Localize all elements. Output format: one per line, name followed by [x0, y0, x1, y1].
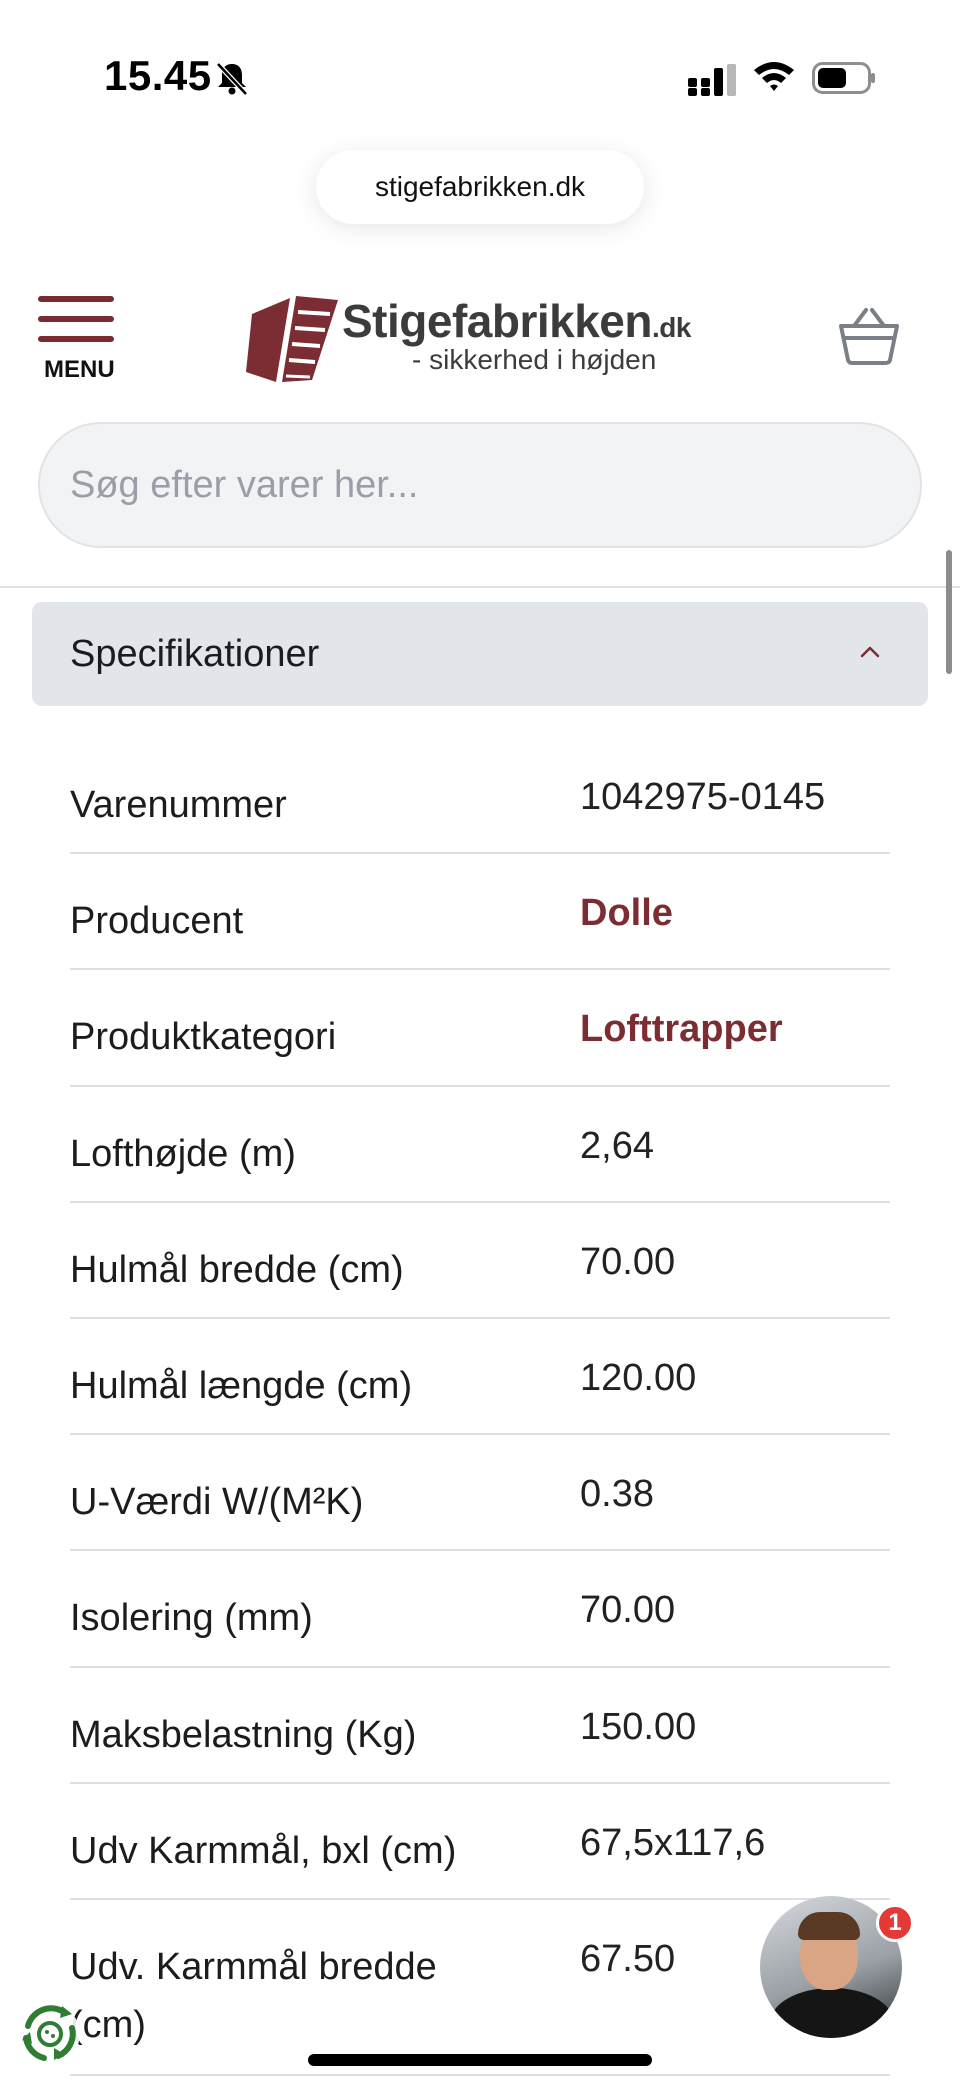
scrollbar[interactable] [946, 550, 952, 674]
hamburger-icon [38, 296, 114, 302]
url-bar[interactable]: stigefabrikken.dk [316, 150, 644, 224]
avatar-hair [798, 1912, 860, 1940]
logo-tld: .dk [652, 312, 691, 343]
spec-label: Maksbelastning (Kg) [70, 1713, 417, 1756]
spec-value: 120.00 [580, 1356, 697, 1399]
search-input[interactable]: Søg efter varer her... [38, 422, 922, 548]
notification-badge: 1 [876, 1904, 914, 1942]
menu-button[interactable]: MENU [36, 296, 126, 388]
spec-value: 67,5x117,6 [580, 1821, 766, 1864]
status-time: 15.45 [104, 52, 212, 99]
spec-value: 1042975-0145 [580, 776, 826, 818]
spec-label: Udv. Karmmål bredde (cm) [70, 1945, 437, 2046]
site-logo[interactable]: Stigefabrikken.dk - sikkerhed i højden [246, 288, 696, 388]
spec-label: Udv Karmmål, bxl (cm) [70, 1829, 457, 1872]
header-divider [0, 586, 960, 588]
spec-row: Udv Karmmål, bxl (cm) 67,5x117,6 [70, 1784, 890, 1900]
spec-value: 70.00 [580, 1589, 676, 1632]
spec-row: U-Værdi W/(M²K) 0.38 [70, 1435, 890, 1552]
spec-row: Maksbelastning (Kg) 150.00 [70, 1668, 890, 1784]
spec-row: Producent Dolle [70, 854, 890, 971]
spec-row: Lofthøjde (m) 2,64 [70, 1087, 890, 1203]
recycle-icon[interactable] [14, 1998, 86, 2070]
spec-label: Isolering (mm) [70, 1597, 313, 1640]
logo-wordmark: Stigefabrikken.dk [342, 294, 691, 348]
status-bar: 15.45 [0, 0, 960, 150]
battery-icon [812, 62, 875, 94]
chevron-up-icon [860, 646, 880, 658]
cellular-signal-icon [688, 64, 736, 96]
specifications-accordion-toggle[interactable]: Specifikationer [32, 602, 928, 706]
hamburger-icon-bar [38, 336, 114, 342]
spec-value: 2,64 [580, 1124, 654, 1167]
spec-row: Produktkategori Lofttrapper [70, 970, 890, 1087]
manufacturer-link[interactable]: Dolle [580, 892, 673, 935]
spec-label: Producent [70, 900, 244, 943]
specifications-table: Varenummer 1042975-0145 Producent Dolle … [70, 738, 890, 2076]
spec-label: Hulmål bredde (cm) [70, 1248, 404, 1291]
specifications-title: Specifikationer [70, 632, 320, 675]
basket-icon[interactable] [838, 306, 900, 366]
avatar-body [770, 1988, 894, 2038]
spec-row: Hulmål bredde (cm) 70.00 [70, 1203, 890, 1319]
spec-label: Produktkategori [70, 1016, 337, 1059]
menu-label: MENU [44, 356, 115, 383]
spec-label: Varenummer [70, 784, 287, 826]
spec-label: Hulmål længde (cm) [70, 1364, 413, 1407]
spec-value: 70.00 [580, 1240, 676, 1283]
spec-value: 150.00 [580, 1705, 697, 1748]
spec-row: Hulmål længde (cm) 120.00 [70, 1319, 890, 1436]
wifi-icon [754, 62, 794, 91]
spec-label: U-Værdi W/(M²K) [70, 1481, 364, 1524]
spec-label: Lofthøjde (m) [70, 1132, 296, 1175]
logo-tagline: - sikkerhed i højden [412, 344, 657, 375]
hamburger-icon-bar [38, 316, 114, 322]
category-link[interactable]: Lofttrapper [580, 1008, 783, 1051]
bell-slash-icon [216, 62, 248, 96]
ladder-logo-icon [246, 296, 338, 382]
logo-name: Stigefabrikken [342, 295, 653, 347]
spec-row: Isolering (mm) 70.00 [70, 1551, 890, 1668]
spec-row: Varenummer 1042975-0145 [70, 738, 890, 855]
home-indicator[interactable] [308, 2054, 652, 2066]
spec-value: 0.38 [580, 1473, 654, 1516]
spec-value: 67.50 [580, 1937, 676, 1980]
